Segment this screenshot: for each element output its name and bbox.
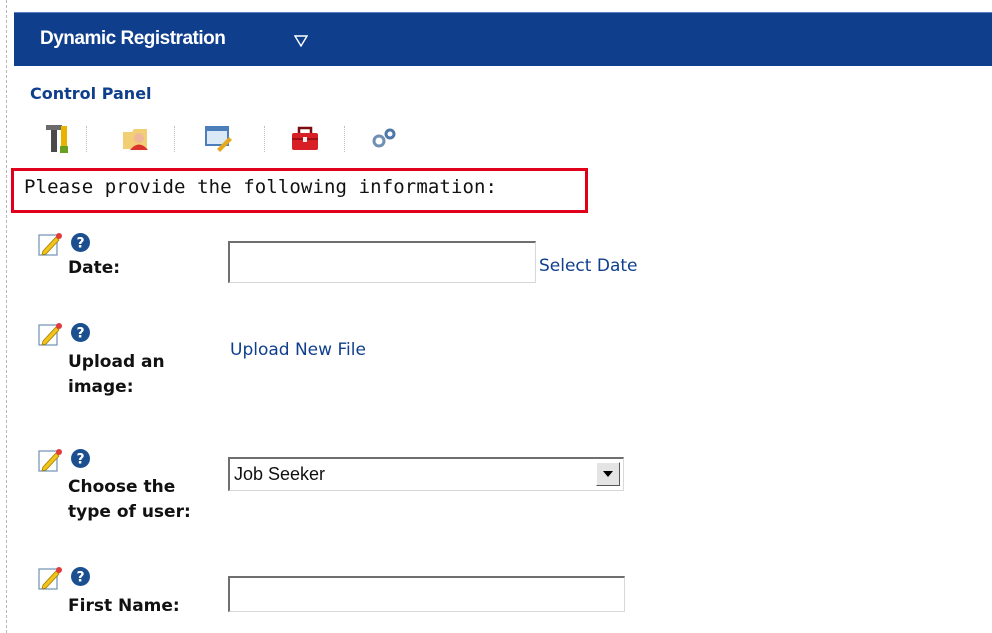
svg-text:?: ? — [76, 452, 84, 468]
date-label: Date: — [68, 258, 121, 278]
edit-pencil-icon[interactable] — [38, 448, 64, 472]
first-name-field-icons: ? — [38, 566, 98, 590]
date-input[interactable] — [228, 241, 536, 283]
user-type-field-icons: ? — [38, 448, 98, 472]
image-field-icons: ? — [38, 322, 98, 346]
svg-text:?: ? — [76, 570, 84, 586]
help-icon[interactable]: ? — [70, 232, 91, 253]
edit-pencil-icon[interactable] — [38, 566, 64, 590]
toolbar-separator — [344, 126, 345, 152]
edit-pencil-icon[interactable] — [38, 322, 64, 346]
portlet-header: Dynamic Registration — [14, 12, 992, 66]
tools-icon[interactable] — [38, 118, 78, 158]
gears-icon[interactable] — [364, 118, 404, 158]
date-field-icons: ? — [38, 232, 98, 256]
chevron-down-icon[interactable] — [596, 462, 620, 486]
dropdown-triangle-icon[interactable] — [294, 35, 308, 47]
help-icon[interactable]: ? — [70, 566, 91, 587]
help-icon[interactable]: ? — [70, 448, 91, 469]
svg-text:?: ? — [76, 326, 84, 342]
page-left-border — [6, 0, 7, 633]
edit-pencil-icon[interactable] — [38, 232, 64, 256]
first-name-input[interactable] — [228, 576, 625, 612]
toolbar-separator — [86, 126, 87, 152]
toolbar-separator — [264, 126, 265, 152]
upload-new-file-link[interactable]: Upload New File — [230, 340, 366, 360]
edit-window-icon[interactable] — [198, 118, 238, 158]
user-type-select[interactable]: Job Seeker — [228, 457, 624, 491]
first-name-label: First Name: — [68, 596, 180, 616]
help-icon[interactable]: ? — [70, 322, 91, 343]
user-folder-icon[interactable] — [116, 118, 156, 158]
upload-image-label: Upload an image: — [68, 352, 165, 397]
toolbox-icon[interactable] — [285, 118, 325, 158]
control-panel-title: Control Panel — [30, 84, 152, 103]
user-type-label: Choose the type of user: — [68, 477, 191, 522]
select-date-link[interactable]: Select Date — [539, 256, 637, 276]
toolbar-separator — [174, 126, 175, 152]
portlet-title: Dynamic Registration — [40, 28, 226, 49]
user-type-selected-value: Job Seeker — [234, 464, 326, 484]
svg-text:?: ? — [76, 236, 84, 252]
form-instructions: Please provide the following information… — [24, 176, 498, 198]
